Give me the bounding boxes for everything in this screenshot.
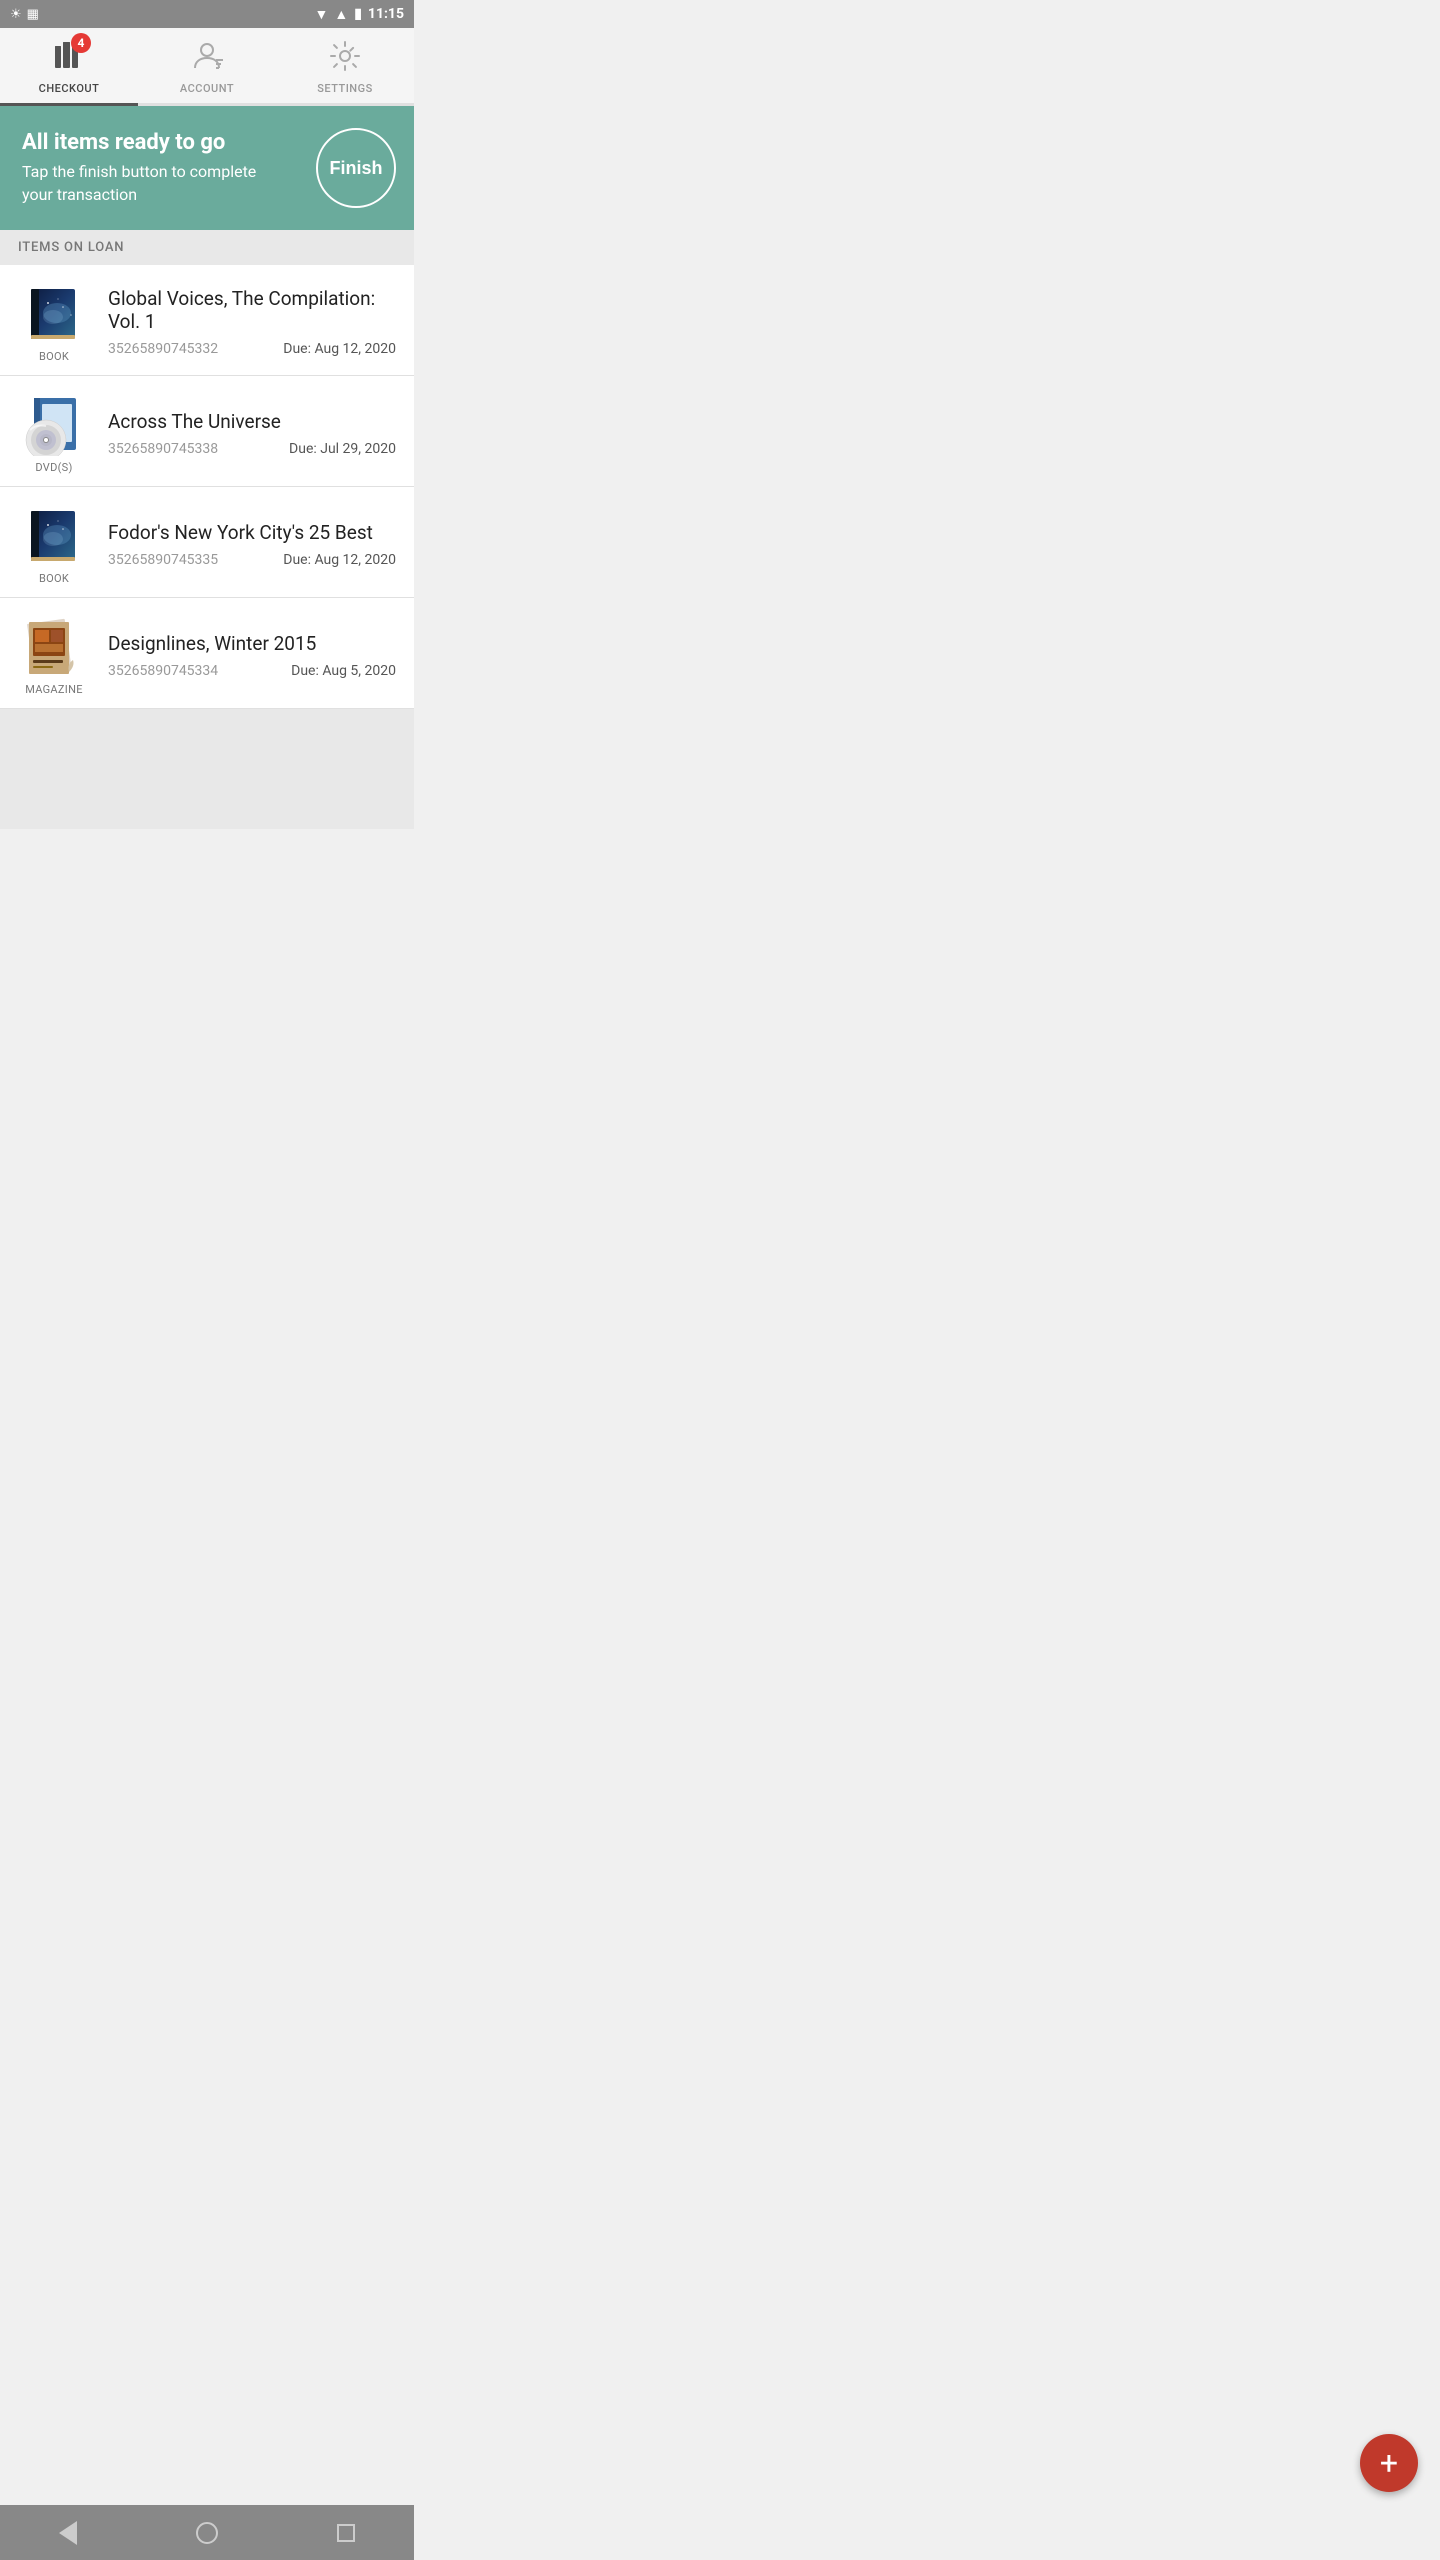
list-item[interactable]: BOOK Global Voices, The Compilation: Vol…	[0, 265, 414, 376]
item-meta-1: 35265890745332 Due: Aug 12, 2020	[108, 341, 396, 357]
battery-icon: ▮	[354, 6, 362, 22]
nav-back-button[interactable]	[59, 2521, 77, 2545]
signal-icon: ▲	[334, 6, 348, 23]
item-type-4: MAGAZINE	[25, 683, 83, 696]
item-type-2: DVD(s)	[35, 461, 72, 474]
item-barcode-1: 35265890745332	[108, 341, 218, 357]
item-details-4: Designlines, Winter 2015 35265890745334 …	[108, 632, 396, 679]
banner-text-block: All items ready to go Tap the finish but…	[22, 130, 272, 206]
item-meta-3: 35265890745335 Due: Aug 12, 2020	[108, 552, 396, 568]
settings-icon	[327, 38, 363, 79]
item-type-3: BOOK	[39, 572, 69, 585]
nav-recent-button[interactable]	[337, 2524, 355, 2542]
settings-tab-label: SETTINGS	[317, 82, 373, 95]
item-type-1: BOOK	[39, 350, 69, 363]
status-banner: All items ready to go Tap the finish but…	[0, 106, 414, 230]
tab-account[interactable]: ACCOUNT	[138, 28, 276, 103]
item-due-2: Due: Jul 29, 2020	[289, 441, 396, 457]
book-icon-3	[19, 503, 89, 568]
item-barcode-3: 35265890745335	[108, 552, 218, 568]
status-icon-2: ▦	[27, 7, 39, 22]
wifi-icon: ▼	[314, 6, 328, 23]
item-barcode-2: 35265890745338	[108, 441, 218, 457]
item-media-4: MAGAZINE	[14, 614, 94, 696]
section-header: ITEMS ON LOAN	[0, 230, 414, 265]
tab-bar: 4 CHECKOUT ACCOUNT	[0, 28, 414, 106]
bottom-nav-bar	[0, 2505, 414, 2560]
magazine-icon-4	[19, 614, 89, 679]
item-title-2: Across The Universe	[108, 410, 396, 433]
list-item[interactable]: DVD(s) Across The Universe 3526589074533…	[0, 376, 414, 487]
item-media-3: BOOK	[14, 503, 94, 585]
item-due-4: Due: Aug 5, 2020	[291, 663, 396, 679]
item-due-1: Due: Aug 12, 2020	[283, 341, 396, 357]
account-icon	[189, 38, 225, 79]
lower-background	[0, 709, 414, 829]
book-icon-1	[19, 281, 89, 346]
account-tab-label: ACCOUNT	[180, 82, 234, 95]
banner-heading: All items ready to go	[22, 130, 272, 155]
item-meta-2: 35265890745338 Due: Jul 29, 2020	[108, 441, 396, 457]
item-barcode-4: 35265890745334	[108, 663, 218, 679]
dvd-icon-2	[19, 392, 89, 457]
checkout-tab-label: CHECKOUT	[39, 82, 100, 95]
clock: 11:15	[368, 6, 404, 22]
item-title-4: Designlines, Winter 2015	[108, 632, 396, 655]
banner-subtext: Tap the finish button to complete your t…	[22, 161, 272, 206]
item-meta-4: 35265890745334 Due: Aug 5, 2020	[108, 663, 396, 679]
item-title-3: Fodor's New York City's 25 Best	[108, 521, 396, 544]
list-item[interactable]: MAGAZINE Designlines, Winter 2015 352658…	[0, 598, 414, 709]
status-bar: ☀ ▦ ▼ ▲ ▮ 11:15	[0, 0, 414, 28]
tab-settings[interactable]: SETTINGS	[276, 28, 414, 103]
item-details-1: Global Voices, The Compilation: Vol. 1 3…	[108, 287, 396, 357]
items-list: BOOK Global Voices, The Compilation: Vol…	[0, 265, 414, 709]
status-right-icons: ▼ ▲ ▮ 11:15	[314, 6, 404, 23]
finish-button[interactable]: Finish	[316, 128, 396, 208]
checkout-badge: 4	[71, 33, 91, 53]
tab-checkout[interactable]: 4 CHECKOUT	[0, 28, 138, 106]
item-title-1: Global Voices, The Compilation: Vol. 1	[108, 287, 396, 333]
list-item[interactable]: BOOK Fodor's New York City's 25 Best 352…	[0, 487, 414, 598]
item-media-2: DVD(s)	[14, 392, 94, 474]
status-icon-1: ☀	[10, 7, 22, 22]
item-due-3: Due: Aug 12, 2020	[283, 552, 396, 568]
item-details-3: Fodor's New York City's 25 Best 35265890…	[108, 521, 396, 568]
add-item-fab[interactable]: +	[1360, 2434, 1418, 2492]
item-details-2: Across The Universe 35265890745338 Due: …	[108, 410, 396, 457]
status-left-icons: ☀ ▦	[10, 7, 39, 22]
nav-home-button[interactable]	[196, 2522, 218, 2544]
item-media-1: BOOK	[14, 281, 94, 363]
